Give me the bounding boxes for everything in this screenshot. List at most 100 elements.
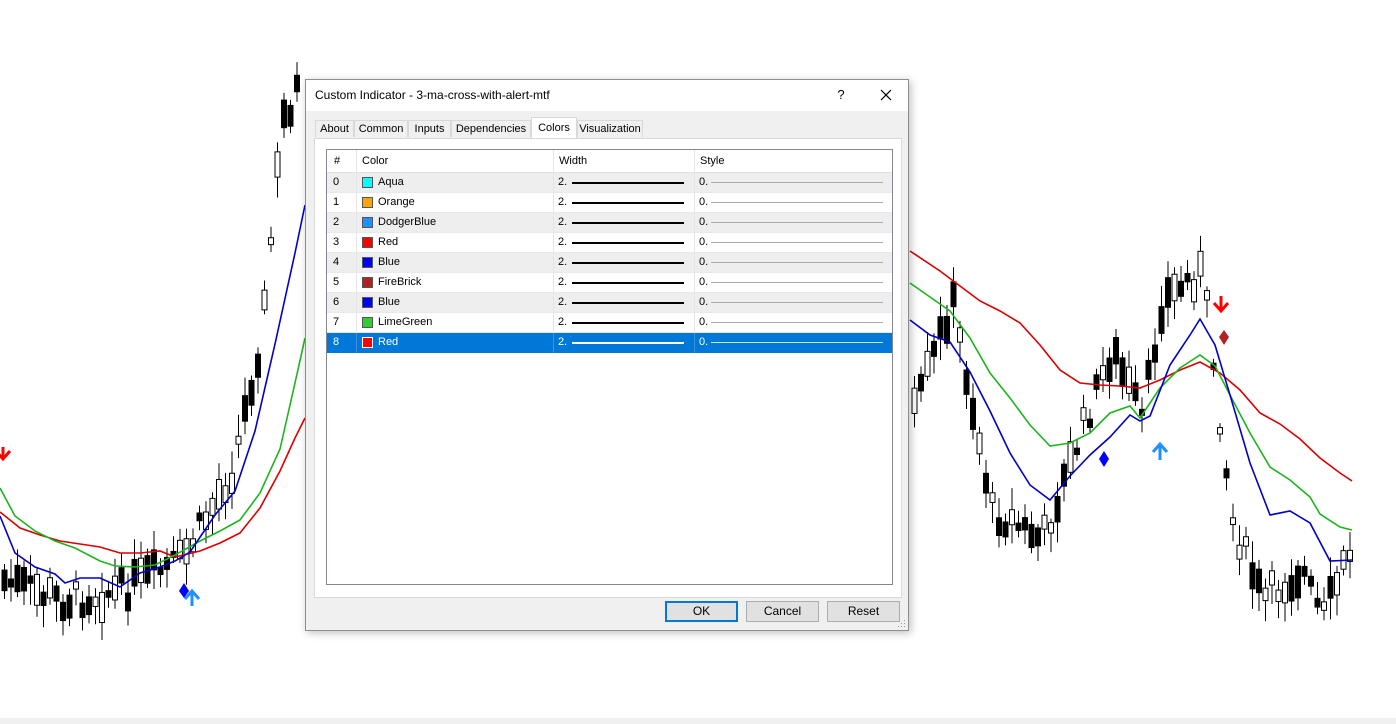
width-cell[interactable]: 2.	[554, 213, 695, 233]
color-swatch[interactable]	[362, 337, 373, 348]
width-value: 2.	[558, 196, 568, 208]
table-row[interactable]: 1 Orange 2. 0.	[327, 193, 892, 213]
width-cell[interactable]: 2.	[554, 173, 695, 193]
width-cell[interactable]: 2.	[554, 253, 695, 273]
style-cell[interactable]: 0.	[695, 313, 892, 333]
color-swatch[interactable]	[362, 257, 373, 268]
candle-body	[1119, 357, 1126, 387]
width-cell[interactable]: 2.	[554, 313, 695, 333]
candle-body	[118, 567, 125, 584]
color-cell[interactable]: Red	[357, 333, 554, 353]
style-cell[interactable]: 0.	[695, 293, 892, 313]
width-cell[interactable]: 2.	[554, 273, 695, 293]
candle-body	[1054, 495, 1061, 523]
color-swatch[interactable]	[362, 177, 373, 188]
header-style[interactable]: Style	[695, 150, 892, 172]
candle-body	[1041, 514, 1048, 530]
candle-body	[931, 340, 937, 357]
color-swatch[interactable]	[362, 297, 373, 308]
color-cell[interactable]: LimeGreen	[357, 313, 554, 333]
style-value: 0.	[699, 336, 709, 348]
tab-about[interactable]: About	[315, 120, 354, 137]
color-swatch[interactable]	[362, 237, 373, 248]
width-cell[interactable]: 2.	[554, 233, 695, 253]
candle-body	[1295, 565, 1301, 599]
close-button[interactable]	[872, 81, 900, 109]
style-cell[interactable]: 0.	[695, 233, 892, 253]
candle-body	[1100, 365, 1106, 381]
candle-body	[1288, 575, 1295, 602]
width-preview-line	[572, 342, 684, 344]
table-row[interactable]: 6 Blue 2. 0.	[327, 293, 892, 313]
cancel-button[interactable]: Cancel	[746, 601, 819, 622]
tab-visualization[interactable]: Visualization	[577, 120, 643, 137]
table-row[interactable]: 7 LimeGreen 2. 0.	[327, 313, 892, 333]
table-row[interactable]: 3 Red 2. 0.	[327, 233, 892, 253]
style-cell[interactable]: 0.	[695, 273, 892, 293]
candle-body	[105, 590, 112, 598]
candle-body	[1321, 601, 1327, 611]
color-swatch[interactable]	[362, 317, 373, 328]
color-cell[interactable]: Aqua	[357, 173, 554, 193]
resize-grip-icon[interactable]	[898, 620, 906, 628]
dialog-titlebar[interactable]: Custom Indicator - 3-ma-cross-with-alert…	[306, 80, 908, 111]
candle-body	[131, 558, 138, 587]
candle-body	[911, 387, 918, 414]
color-cell[interactable]: Red	[357, 233, 554, 253]
candle-body	[1113, 337, 1119, 365]
candle-body	[216, 478, 222, 510]
tab-dependencies[interactable]: Dependencies	[451, 120, 531, 137]
candle-body	[99, 591, 105, 624]
fast-moving-average-line-right	[909, 317, 1353, 562]
width-preview-line	[572, 282, 684, 284]
style-cell[interactable]: 0.	[695, 193, 892, 213]
color-cell[interactable]: Orange	[357, 193, 554, 213]
color-cell[interactable]: Blue	[357, 253, 554, 273]
color-cell[interactable]: FireBrick	[357, 273, 554, 293]
ok-button[interactable]: OK	[665, 601, 738, 622]
color-swatch[interactable]	[362, 217, 373, 228]
candle-body	[1106, 357, 1113, 382]
width-cell[interactable]: 2.	[554, 333, 695, 353]
help-button[interactable]: ?	[828, 81, 854, 109]
style-cell[interactable]: 0.	[695, 173, 892, 193]
candle-body	[183, 538, 190, 565]
candle-body	[79, 602, 86, 619]
tab-common[interactable]: Common	[354, 120, 408, 137]
width-value: 2.	[558, 216, 568, 228]
colors-grid[interactable]: # Color Width Style 0 Aqua 2. 0. 1 Orange 2. 0.…	[326, 149, 893, 585]
grid-header: # Color Width Style	[327, 150, 892, 173]
style-cell[interactable]: 0.	[695, 253, 892, 273]
color-name: Orange	[378, 196, 415, 208]
tab-inputs[interactable]: Inputs	[408, 120, 451, 137]
table-row[interactable]: 0 Aqua 2. 0.	[327, 173, 892, 193]
style-cell[interactable]: 0.	[695, 333, 892, 353]
chart-scrollbar[interactable]	[0, 718, 1396, 724]
color-swatch[interactable]	[362, 277, 373, 288]
header-width[interactable]: Width	[554, 150, 695, 172]
candle-body	[196, 512, 203, 522]
candle-body	[989, 492, 996, 503]
style-value: 0.	[699, 316, 709, 328]
header-index[interactable]: #	[327, 150, 357, 172]
candle-body	[950, 281, 957, 308]
reset-button[interactable]: Reset	[827, 601, 900, 622]
table-row[interactable]: 5 FireBrick 2. 0.	[327, 273, 892, 293]
candle-body	[1269, 570, 1275, 586]
table-row[interactable]: 2 DodgerBlue 2. 0.	[327, 213, 892, 233]
style-value: 0.	[699, 196, 709, 208]
header-color[interactable]: Color	[357, 150, 554, 172]
medium-moving-average-line-right	[909, 282, 1353, 531]
table-row[interactable]: 4 Blue 2. 0.	[327, 253, 892, 273]
style-cell[interactable]: 0.	[695, 213, 892, 233]
style-preview-line	[711, 242, 883, 243]
color-cell[interactable]: DodgerBlue	[357, 213, 554, 233]
candle-body	[287, 104, 294, 127]
table-row[interactable]: 8 Red 2. 0.	[327, 333, 892, 353]
width-cell[interactable]: 2.	[554, 293, 695, 313]
candle-body	[151, 549, 157, 571]
color-swatch[interactable]	[362, 197, 373, 208]
tab-colors[interactable]: Colors	[531, 117, 577, 138]
width-cell[interactable]: 2.	[554, 193, 695, 213]
color-cell[interactable]: Blue	[357, 293, 554, 313]
